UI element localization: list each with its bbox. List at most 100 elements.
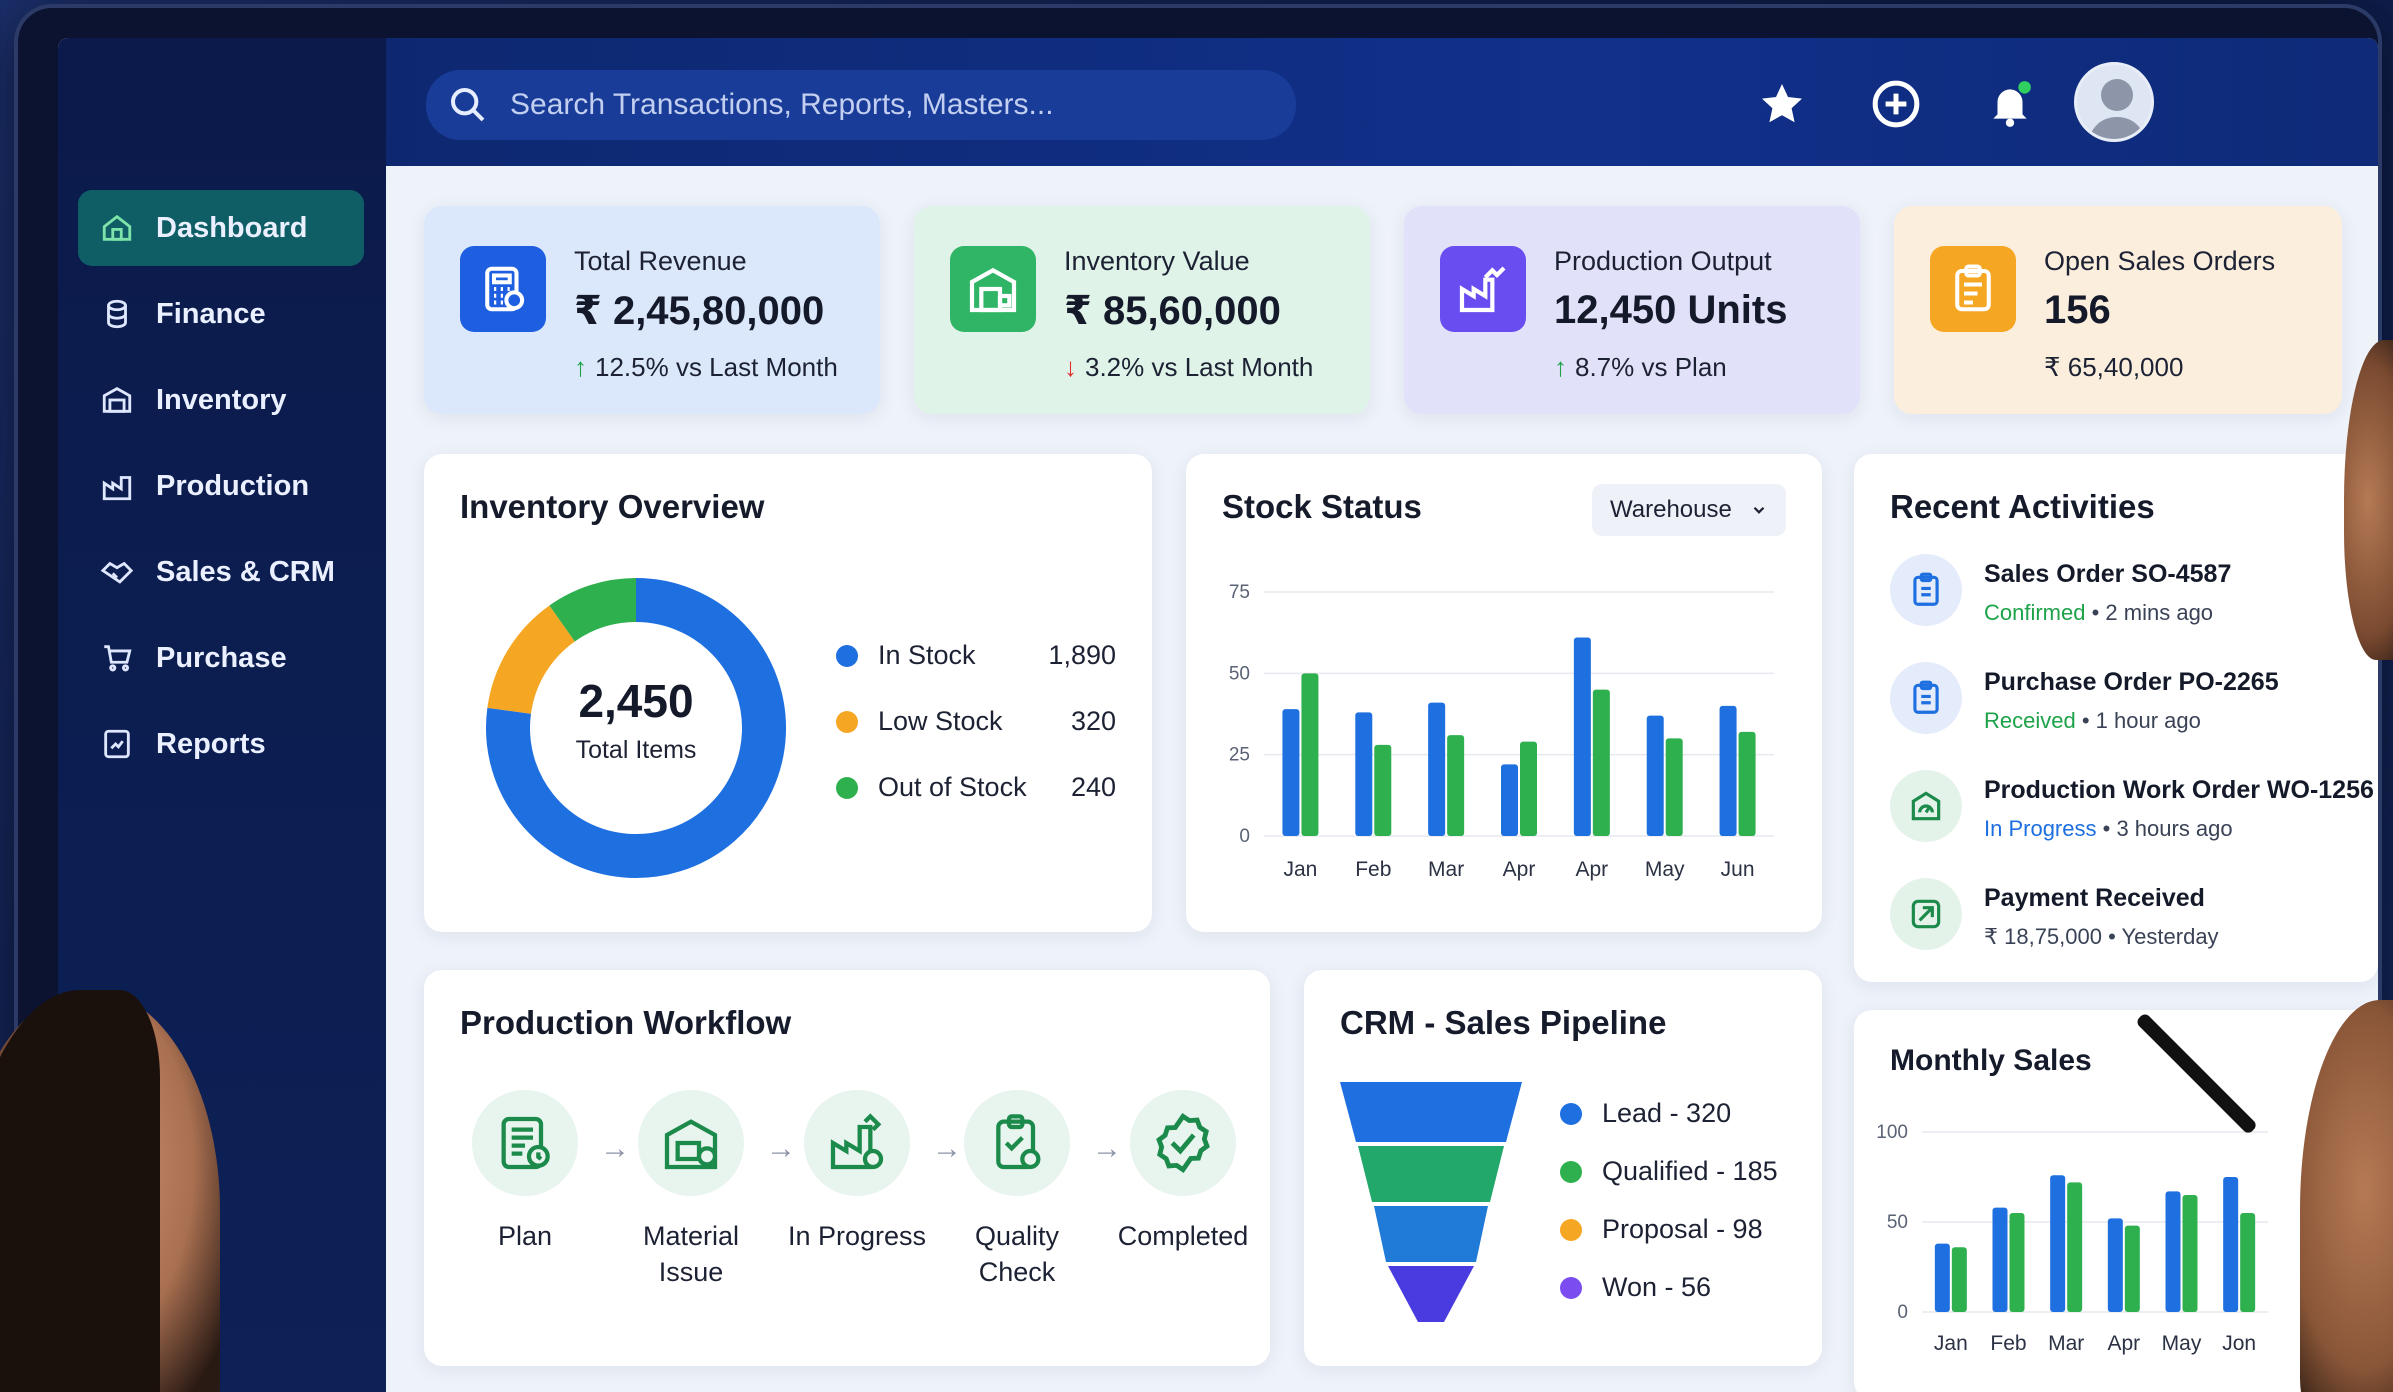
arrow-up-icon: ↑ (574, 352, 587, 382)
stock-status-chart: 0 25 50 75 Jan Feb Mar Apr Apr May Jun (1229, 582, 1774, 881)
arrow-up-icon: ↑ (1554, 352, 1567, 382)
bar (1301, 673, 1319, 836)
x-tick-label: Mar (2048, 1332, 2084, 1355)
bar (1951, 1247, 1967, 1312)
funnel-stage-won (1388, 1266, 1474, 1322)
legend-dot (836, 644, 858, 667)
activity-title[interactable]: Purchase Order PO-2265 (1984, 668, 2279, 697)
sidebar-item-reports[interactable]: Reports (78, 706, 364, 782)
legend-label: Low Stock (878, 706, 1003, 736)
check-icon (1130, 1090, 1236, 1196)
x-tick-label: Jan (1934, 1332, 1968, 1355)
funnel-stage-proposal (1374, 1206, 1488, 1262)
notifications-button[interactable] (1982, 76, 2038, 132)
bar (1992, 1207, 2008, 1312)
clipboard-icon (1890, 662, 1962, 734)
star-icon (1762, 84, 1802, 123)
workflow-step-plan[interactable]: Plan (450, 1090, 600, 1254)
sidebar-item-label: Purchase (156, 641, 287, 674)
kpi-card-inventory-value[interactable]: Inventory Value ₹ 85,60,000 ↓ 3.2% vs Las… (914, 206, 1370, 414)
bar (1665, 738, 1683, 836)
x-tick-label: Mar (1428, 858, 1464, 881)
chevron-down-icon (1753, 506, 1765, 514)
favorites-button[interactable] (1754, 76, 1810, 132)
bar (2107, 1218, 2123, 1312)
activity-title[interactable]: Sales Order SO-4587 (1984, 560, 2231, 589)
activity-time: Yesterday (2121, 924, 2219, 949)
calculator-icon (460, 246, 546, 332)
activity-title[interactable]: Payment Received (1984, 884, 2205, 913)
bar (1520, 741, 1537, 836)
legend-label: Out of Stock (878, 772, 1027, 802)
card-title: Recent Activities (1890, 488, 2155, 525)
activity-status: Confirmed (1984, 600, 2086, 625)
kpi-card-open-sales-orders[interactable]: Open Sales Orders 156 ₹ 65,40,000 (1894, 206, 2342, 414)
sidebar-item-purchase[interactable]: Purchase (78, 620, 364, 696)
warehouse-select[interactable]: Warehouse (1592, 484, 1786, 536)
workflow-step-quality-check[interactable]: Quality Check (942, 1090, 1092, 1290)
bar (1646, 715, 1664, 836)
kpi-card-total-revenue[interactable]: Total Revenue ₹ 2,45,80,000 ↑ 12.5% vs La… (424, 206, 880, 414)
card-title: Production Workflow (460, 1004, 792, 1041)
workflow-step-in-progress[interactable]: In Progress (782, 1090, 932, 1254)
kpi-value: ₹ 2,45,80,000 (574, 289, 825, 333)
sidebar-item-inventory[interactable]: Inventory (78, 362, 364, 438)
sidebar-item-label: Reports (156, 727, 266, 760)
workflow-step-completed[interactable]: Completed (1108, 1090, 1258, 1254)
kpi-title: Inventory Value (1064, 246, 1250, 276)
gauge-icon (1890, 770, 1962, 842)
kpi-trend-text: 8.7% vs Plan (1575, 352, 1727, 382)
kpi-card-production-output[interactable]: Production Output 12,450 Units ↑ 8.7% vs … (1404, 206, 1860, 414)
kpi-title: Production Output (1554, 246, 1772, 276)
bar (2124, 1225, 2140, 1312)
activity-time: 2 mins ago (2105, 600, 2214, 625)
kpi-trend: ₹ 65,40,000 (2044, 352, 2183, 383)
activity-title[interactable]: Production Work Order WO-1256 (1984, 776, 2374, 805)
legend-low-stock: Low Stock 320 (836, 706, 1116, 737)
legend-out-of-stock: Out of Stock 240 (836, 772, 1116, 803)
add-button[interactable] (1868, 76, 1924, 132)
payment-icon (1890, 878, 1962, 950)
card-title: Monthly Sales (1890, 1044, 2092, 1077)
warehouse-icon (102, 387, 132, 413)
sidebar-item-sales-crm[interactable]: Sales & CRM (78, 534, 364, 610)
donut-total-value: 2,450 (578, 675, 694, 727)
bar (2240, 1213, 2256, 1312)
kpi-value: ₹ 85,60,000 (1064, 289, 1281, 333)
bar (1934, 1243, 1950, 1312)
kpi-trend: ↑ 12.5% vs Last Month (574, 352, 838, 383)
activity-status: Received (1984, 708, 2076, 733)
activity-meta: In Progress • 3 hours ago (1984, 816, 2233, 841)
handshake-icon (100, 561, 134, 584)
bar (2165, 1191, 2181, 1312)
workflow-step-material-issue[interactable]: Material Issue (616, 1090, 766, 1290)
legend-dot (1560, 1160, 1582, 1183)
bar (1282, 709, 1300, 836)
bar (1501, 764, 1518, 836)
search-bar[interactable] (426, 70, 1296, 140)
search-icon (451, 88, 485, 122)
warehouse-icon (950, 246, 1036, 332)
sidebar-item-finance[interactable]: Finance (78, 276, 364, 352)
sidebar-item-dashboard[interactable]: Dashboard (78, 190, 364, 266)
quality-icon (964, 1090, 1070, 1196)
legend-label: Lead - 320 (1602, 1098, 1732, 1128)
plan-icon (472, 1090, 578, 1196)
sidebar-item-production[interactable]: Production (78, 448, 364, 524)
arrow-down-icon: ↓ (1064, 352, 1077, 382)
activity-status: In Progress (1984, 816, 2097, 841)
avatar[interactable] (2074, 62, 2154, 142)
y-tick-label: 50 (1887, 1212, 1908, 1233)
y-tick-label: 0 (1897, 1302, 1908, 1323)
search-input[interactable] (510, 88, 1290, 122)
card-title: CRM - Sales Pipeline (1340, 1004, 1667, 1041)
pipeline-proposal: Proposal - 98 (1560, 1214, 1763, 1245)
x-tick-label: May (1645, 858, 1685, 881)
plus-circle-icon (1872, 80, 1920, 128)
donut-total-label: Total Items (575, 736, 697, 764)
workflow-step-label: Quality Check (974, 1221, 1060, 1287)
inventory-donut-chart (486, 578, 786, 878)
legend-label: In Stock (878, 640, 976, 670)
workflow-step-label: Material Issue (642, 1221, 740, 1287)
bar (2067, 1182, 2083, 1312)
